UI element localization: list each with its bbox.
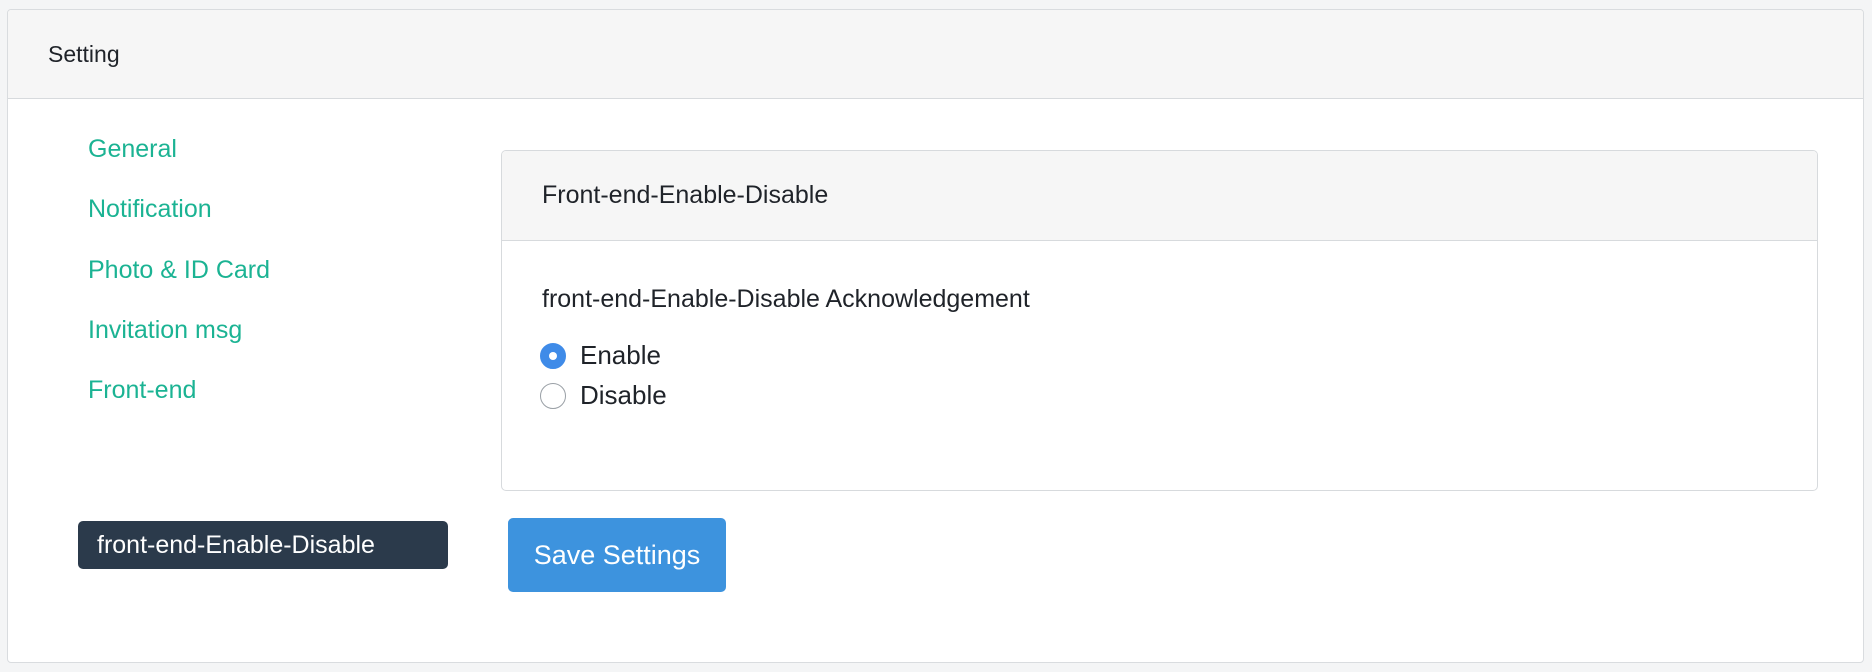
card-header: Setting [8, 10, 1863, 99]
nav-item-photo-id-card[interactable]: Photo & ID Card [88, 256, 270, 285]
nav-item-front-end-enable-disable[interactable]: front-end-Enable-Disable [78, 521, 448, 569]
nav-item-notification[interactable]: Notification [88, 195, 212, 224]
disable-label: Disable [580, 380, 667, 410]
acknowledgement-label: front-end-Enable-Disable Acknowledgement [542, 285, 1030, 313]
disable-radio[interactable] [540, 382, 566, 409]
enable-label: Enable [580, 340, 661, 370]
nav-item-invitation-msg[interactable]: Invitation msg [88, 316, 242, 345]
nav-item-label: front-end-Enable-Disable [97, 530, 375, 559]
panel-header: Front-end-Enable-Disable [502, 151, 1817, 241]
enable-option[interactable]: Enable [540, 340, 661, 371]
disable-option[interactable]: Disable [540, 380, 667, 411]
enable-radio[interactable] [540, 342, 566, 369]
nav-item-general[interactable]: General [88, 135, 177, 164]
panel-title: Front-end-Enable-Disable [542, 181, 829, 209]
page-title: Setting [48, 40, 120, 67]
front-end-enable-disable-panel: Front-end-Enable-Disable front-end-Enabl… [501, 150, 1818, 491]
save-settings-button[interactable]: Save Settings [508, 518, 726, 592]
nav-item-front-end[interactable]: Front-end [88, 376, 196, 405]
